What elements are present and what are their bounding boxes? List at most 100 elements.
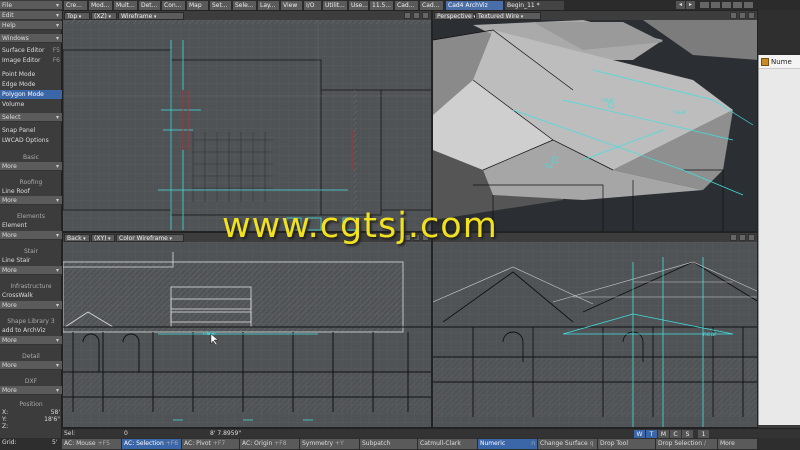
- zoom-view-icon[interactable]: [739, 12, 746, 19]
- layer-box-icon[interactable]: [700, 2, 709, 8]
- line-stair-button[interactable]: Line Stair: [0, 256, 62, 265]
- layer-box-icon[interactable]: [722, 2, 731, 8]
- tab-setup[interactable]: Set...: [210, 1, 232, 10]
- near-label: near: [203, 330, 217, 337]
- shortcut-key: +F5: [97, 440, 110, 447]
- more-menu[interactable]: More: [718, 439, 758, 449]
- line-roof-button[interactable]: Line Roof: [0, 187, 62, 196]
- elements-more-menu[interactable]: More: [0, 231, 62, 240]
- shortcut-key: n: [531, 440, 535, 447]
- viewport-icons: [730, 12, 755, 19]
- symmetry-button[interactable]: Symmetry +Y: [300, 439, 360, 449]
- windows-menu[interactable]: Windows: [0, 34, 62, 43]
- viewport-top[interactable]: Top (XZ) Wireframe: [62, 10, 432, 232]
- stair-more-menu[interactable]: More: [0, 266, 62, 275]
- crosswalk-button[interactable]: CrossWalk: [0, 291, 62, 300]
- viewport-back[interactable]: Back (XY) Color Wireframe near: [62, 232, 432, 428]
- shape-library-more-menu[interactable]: More: [0, 336, 62, 345]
- ac-origin-button[interactable]: AC: Origin +F8: [240, 439, 300, 449]
- maximize-icon[interactable]: [422, 12, 429, 19]
- viewport-perspective[interactable]: Perspective Textured Wire near near far: [432, 10, 758, 232]
- ac-selection-button[interactable]: AC: Selection +F6: [122, 439, 182, 449]
- layer-selector[interactable]: Begin_11 *: [505, 1, 565, 10]
- move-view-icon[interactable]: [404, 12, 411, 19]
- render-mode-selector[interactable]: Wireframe: [118, 12, 184, 20]
- polygon-mode-button[interactable]: Polygon Mode: [0, 90, 62, 99]
- change-surface-button[interactable]: Change Surface q: [538, 439, 598, 449]
- numeric-panel[interactable]: Nume: [758, 55, 800, 425]
- element-button[interactable]: Element: [0, 221, 62, 230]
- next-layer-icon[interactable]: ▸: [686, 1, 695, 9]
- dxf-more-menu[interactable]: More: [0, 386, 62, 395]
- bottom-toolbar: Grid: 5' AC: Mouse +F5 AC: Selection +F6 A…: [0, 438, 800, 450]
- ac-pivot-button[interactable]: AC: Pivot +F7: [182, 439, 240, 449]
- viewport-right[interactable]: near: [432, 232, 758, 428]
- help-menu[interactable]: Help: [0, 21, 62, 30]
- tab-cad4-archviz[interactable]: Cad4 ArchViz: [446, 1, 504, 10]
- axis-selector[interactable]: (XY): [91, 234, 115, 242]
- layer-box-icon[interactable]: [711, 2, 720, 8]
- maximize-icon[interactable]: [748, 12, 755, 19]
- move-view-icon[interactable]: [730, 12, 737, 19]
- catmull-clark-selector[interactable]: Catmull-Clark: [418, 439, 478, 449]
- tab-user[interactable]: Use...: [349, 1, 369, 10]
- tab-map[interactable]: Map: [187, 1, 209, 10]
- edge-mode-button[interactable]: Edge Mode: [0, 80, 62, 89]
- numeric-button[interactable]: Numeric n: [478, 439, 538, 449]
- tab-detail[interactable]: Det...: [139, 1, 161, 10]
- ac-mouse-label: AC: Mouse: [64, 440, 96, 447]
- basic-more-menu[interactable]: More: [0, 162, 62, 171]
- layer-box-icon[interactable]: [744, 2, 753, 8]
- tab-multiply[interactable]: Mult...: [114, 1, 138, 10]
- tab-cad-2[interactable]: Cad...: [420, 1, 444, 10]
- select-menu[interactable]: Select: [0, 113, 62, 122]
- near-label: near: [601, 97, 615, 104]
- edit-menu[interactable]: Edit: [0, 11, 62, 20]
- roofing-more-menu[interactable]: More: [0, 196, 62, 205]
- drop-tool-button[interactable]: Drop Tool: [598, 439, 656, 449]
- detail-more-menu[interactable]: More: [0, 361, 62, 370]
- prev-layer-icon[interactable]: ◂: [676, 1, 685, 9]
- view-selector[interactable]: Perspective: [434, 12, 474, 20]
- volume-button[interactable]: Volume: [0, 100, 62, 109]
- tab-select[interactable]: Sele...: [233, 1, 257, 10]
- render-mode-selector[interactable]: Color Wireframe: [116, 234, 184, 242]
- infrastructure-more-menu[interactable]: More: [0, 301, 62, 310]
- zoom-view-icon[interactable]: [413, 12, 420, 19]
- view-selector[interactable]: Back: [64, 234, 90, 242]
- shortcut-key: +Y: [335, 440, 344, 447]
- add-to-archviz-button[interactable]: add to ArchViz: [0, 326, 62, 335]
- subpatch-button[interactable]: Subpatch: [360, 439, 418, 449]
- view-selector[interactable]: Top: [64, 12, 90, 20]
- tab-view[interactable]: View: [281, 1, 303, 10]
- tab-utilities[interactable]: Utilit...: [323, 1, 348, 10]
- tab-11-5[interactable]: 11.5...: [370, 1, 394, 10]
- top-tab-bar: Cre... Mod... Mult... Det... Con... Map …: [0, 0, 800, 10]
- maximize-icon[interactable]: [748, 234, 755, 241]
- layer-box-icon[interactable]: [733, 2, 742, 8]
- tool-sidebar: File Edit Help Windows Surface EditorF5 …: [0, 0, 62, 450]
- zoom-view-icon[interactable]: [739, 234, 746, 241]
- ac-mouse-button[interactable]: AC: Mouse +F5: [62, 439, 122, 449]
- tab-modify[interactable]: Mod...: [89, 1, 113, 10]
- viewport-header: Top (XZ) Wireframe: [63, 11, 431, 20]
- stair-heading: Stair: [24, 248, 38, 255]
- tab-layout[interactable]: Lay...: [258, 1, 280, 10]
- image-editor-button[interactable]: Image Editor F6: [0, 56, 62, 65]
- move-view-icon[interactable]: [730, 234, 737, 241]
- render-mode-selector[interactable]: Textured Wire: [475, 12, 541, 20]
- file-menu[interactable]: File: [0, 1, 62, 10]
- position-heading: Position: [19, 401, 43, 408]
- point-mode-button[interactable]: Point Mode: [0, 70, 62, 79]
- tab-io[interactable]: I/O: [304, 1, 322, 10]
- drop-selection-button[interactable]: Drop Selection /: [656, 439, 718, 449]
- watermark-text: www.cgtsj.com: [222, 206, 498, 246]
- tab-cad-1[interactable]: Cad...: [395, 1, 419, 10]
- lwcad-options-button[interactable]: LWCAD Options: [0, 136, 62, 145]
- position-x: X: 58': [0, 409, 62, 416]
- tab-construct[interactable]: Con...: [162, 1, 186, 10]
- axis-selector[interactable]: (XZ): [91, 12, 117, 20]
- snap-panel-button[interactable]: Snap Panel: [0, 126, 62, 135]
- tab-create[interactable]: Cre...: [64, 1, 88, 10]
- surface-editor-button[interactable]: Surface Editor F5: [0, 46, 62, 55]
